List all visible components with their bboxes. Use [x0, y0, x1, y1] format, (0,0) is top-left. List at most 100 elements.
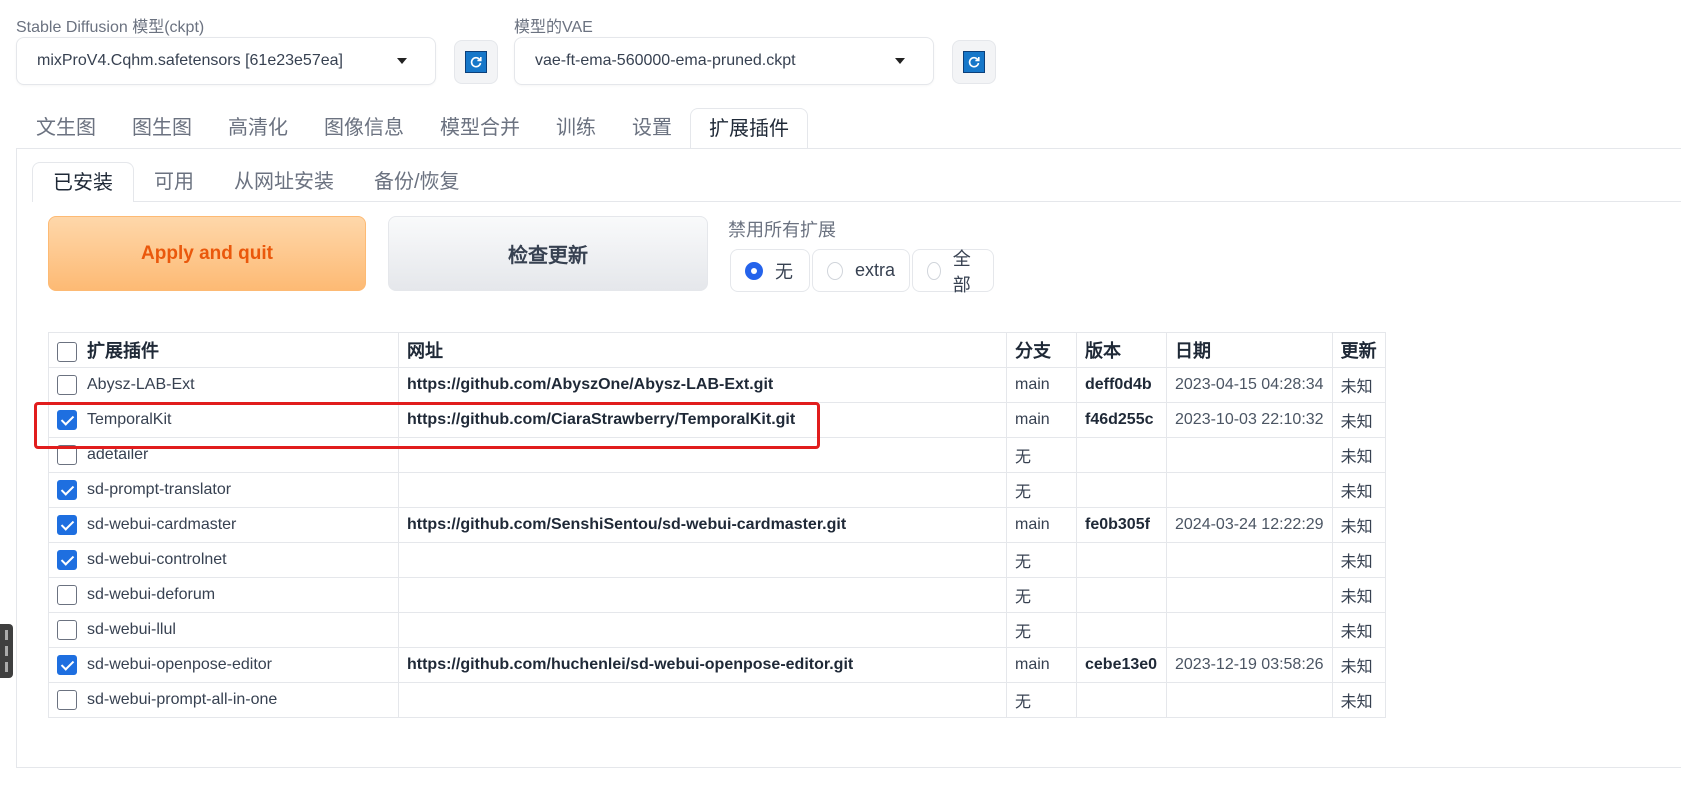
check-updates-button[interactable]: 检查更新	[388, 216, 708, 291]
cell-date	[1166, 682, 1333, 718]
radio-extra[interactable]: extra	[812, 249, 910, 292]
highlight-box	[34, 402, 820, 449]
extension-checkbox[interactable]	[57, 585, 77, 605]
tab-extensions[interactable]: 扩展插件	[690, 108, 808, 148]
col-url: 网址	[398, 332, 1007, 368]
tab-png-info[interactable]: 图像信息	[306, 108, 422, 148]
cell-update: 未知	[1331, 507, 1386, 543]
tab-txt2img[interactable]: 文生图	[16, 108, 114, 148]
cell-extension: sd-webui-cardmaster	[48, 507, 399, 543]
apply-and-quit-button[interactable]: Apply and quit	[48, 216, 366, 291]
refresh-icon	[465, 51, 487, 73]
cell-branch: 无	[1006, 472, 1077, 508]
extension-name: sd-webui-controlnet	[87, 551, 227, 569]
model-label: Stable Diffusion 模型(ckpt)	[16, 19, 205, 36]
radio-all-label: 全部	[952, 248, 971, 295]
table-row: sd-webui-openpose-editor https://github.c…	[48, 647, 1386, 683]
cell-version	[1076, 437, 1167, 473]
cell-date	[1166, 612, 1333, 648]
cell-version: cebe13e0	[1076, 647, 1167, 683]
cell-date: 2024-03-24 12:22:29	[1166, 507, 1333, 543]
extension-name: sd-prompt-translator	[87, 481, 232, 499]
table-row: sd-webui-llul 无 未知	[48, 612, 1386, 648]
cell-branch: 无	[1006, 612, 1077, 648]
col-branch: 分支	[1006, 332, 1077, 368]
cell-extension: sd-webui-deforum	[48, 577, 399, 613]
cell-branch: 无	[1006, 577, 1077, 613]
cell-version	[1076, 577, 1167, 613]
tab-settings[interactable]: 设置	[614, 108, 690, 148]
cell-date	[1166, 472, 1333, 508]
radio-all[interactable]: 全部	[912, 249, 994, 295]
cell-update: 未知	[1331, 612, 1386, 648]
extension-checkbox[interactable]	[57, 655, 77, 675]
col-extension-label: 扩展插件	[87, 341, 159, 361]
refresh-model-button[interactable]	[454, 40, 498, 84]
sub-tabs: 已安装 可用 从网址安装 备份/恢复	[32, 162, 480, 202]
vae-value: vae-ft-ema-560000-ema-pruned.ckpt	[535, 52, 796, 69]
table-row: sd-webui-prompt-all-in-one 无 未知	[48, 682, 1386, 718]
cell-url[interactable]: https://github.com/huchenlei/sd-webui-op…	[398, 647, 1007, 683]
cell-extension: Abysz-LAB-Ext	[48, 367, 399, 403]
tab-checkpoint-merger[interactable]: 模型合并	[422, 108, 538, 148]
refresh-vae-button[interactable]	[952, 40, 996, 84]
cell-version: deff0d4b	[1076, 367, 1167, 403]
cell-url[interactable]	[398, 472, 1007, 508]
subtab-available[interactable]: 可用	[134, 162, 214, 202]
extension-checkbox[interactable]	[57, 620, 77, 640]
radio-none-label: 无	[775, 261, 793, 282]
table-row: sd-webui-deforum 无 未知	[48, 577, 1386, 613]
cell-extension: sd-webui-controlnet	[48, 542, 399, 578]
cell-url[interactable]: https://github.com/AbyszOne/Abysz-LAB-Ex…	[398, 367, 1007, 403]
col-extension: 扩展插件	[48, 332, 399, 368]
table-row: Abysz-LAB-Ext https://github.com/AbyszOne…	[48, 367, 1386, 403]
cell-url[interactable]	[398, 682, 1007, 718]
radio-icon	[927, 261, 941, 280]
cell-url[interactable]	[398, 612, 1007, 648]
cell-version: fe0b305f	[1076, 507, 1167, 543]
subtab-install-from-url[interactable]: 从网址安装	[214, 162, 354, 202]
radio-none[interactable]: 无	[730, 249, 810, 292]
extension-checkbox[interactable]	[57, 515, 77, 535]
subtab-backup-restore[interactable]: 备份/恢复	[354, 162, 480, 202]
cell-extension: sd-prompt-translator	[48, 472, 399, 508]
cell-url[interactable]: https://github.com/SenshiSentou/sd-webui…	[398, 507, 1007, 543]
refresh-icon	[963, 51, 985, 73]
side-handle[interactable]	[0, 624, 13, 678]
radio-extra-label: extra	[854, 260, 895, 280]
cell-date	[1166, 577, 1333, 613]
vae-dropdown[interactable]: vae-ft-ema-560000-ema-pruned.ckpt	[514, 37, 934, 85]
cell-date: 2023-04-15 04:28:34	[1166, 367, 1333, 403]
cell-update: 未知	[1331, 577, 1386, 613]
cell-url[interactable]	[398, 542, 1007, 578]
extension-checkbox[interactable]	[57, 375, 77, 395]
subtab-installed[interactable]: 已安装	[32, 162, 134, 202]
cell-branch: main	[1006, 402, 1077, 438]
cell-extension: sd-webui-llul	[48, 612, 399, 648]
col-update: 更新	[1331, 332, 1386, 368]
cell-version: f46d255c	[1076, 402, 1167, 438]
model-dropdown[interactable]: mixProV4.Cqhm.safetensors [61e23e57ea]	[16, 37, 436, 85]
cell-url[interactable]	[398, 577, 1007, 613]
extension-checkbox[interactable]	[57, 690, 77, 710]
radio-selected-icon	[745, 261, 763, 280]
model-value: mixProV4.Cqhm.safetensors [61e23e57ea]	[37, 52, 343, 69]
extension-checkbox[interactable]	[57, 480, 77, 500]
extension-name: Abysz-LAB-Ext	[87, 376, 195, 394]
cell-branch: 无	[1006, 682, 1077, 718]
tab-extras[interactable]: 高清化	[210, 108, 306, 148]
tab-train[interactable]: 训练	[538, 108, 614, 148]
extension-name: sd-webui-prompt-all-in-one	[87, 691, 278, 709]
cell-date: 2023-10-03 22:10:32	[1166, 402, 1333, 438]
tab-img2img[interactable]: 图生图	[114, 108, 210, 148]
cell-branch: main	[1006, 507, 1077, 543]
disable-extensions-label: 禁用所有扩展	[728, 220, 836, 240]
col-date: 日期	[1166, 332, 1333, 368]
cell-extension: sd-webui-prompt-all-in-one	[48, 682, 399, 718]
extension-checkbox[interactable]	[57, 550, 77, 570]
extension-name: sd-webui-deforum	[87, 586, 216, 604]
cell-branch: 无	[1006, 437, 1077, 473]
select-all-checkbox[interactable]	[57, 342, 77, 363]
table-row: sd-webui-controlnet 无 未知	[48, 542, 1386, 578]
cell-extension: sd-webui-openpose-editor	[48, 647, 399, 683]
